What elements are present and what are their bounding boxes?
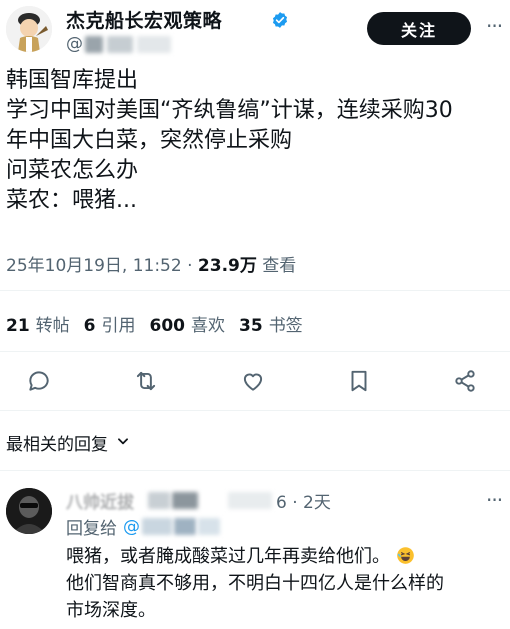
reply-to-handle[interactable]: @: [123, 517, 140, 537]
redacted-handle: [172, 492, 198, 509]
divider: [0, 351, 510, 352]
likes-stat[interactable]: 600 喜欢: [150, 311, 226, 336]
reply-header: 八帅近拔 6 · 2天: [66, 488, 331, 513]
chevron-down-icon: [116, 433, 130, 453]
reply-avatar[interactable]: [6, 488, 52, 534]
handle-prefix: @: [66, 34, 83, 54]
redacted-handle: [174, 518, 196, 535]
verified-badge-icon: [271, 11, 289, 29]
post-line: 韩国智库提出: [6, 68, 139, 93]
replies-sort-dropdown[interactable]: 最相关的回复: [6, 430, 130, 455]
post-line: 问菜农怎么办: [6, 158, 139, 183]
more-horizontal-icon[interactable]: ···: [486, 488, 503, 512]
bookmark-icon[interactable]: [346, 368, 372, 394]
reposts-stat[interactable]: 21 转帖: [6, 311, 70, 336]
redacted-handle: [148, 492, 170, 509]
redacted-handle: [85, 35, 103, 53]
author-name[interactable]: 杰克船长宏观策略: [66, 6, 222, 33]
author-avatar[interactable]: [6, 6, 52, 52]
redacted-handle: [198, 518, 220, 535]
reply-text: 喂猪，或者腌成酸菜过几年再卖给他们。 他们智商真不够用，不明白十四亿人是什么样的…: [66, 543, 506, 624]
redacted-handle: [137, 35, 171, 53]
reply-line: 市场深度。: [66, 600, 156, 621]
like-icon[interactable]: [240, 368, 266, 394]
post-stats: 21 转帖 6 引用 600 喜欢 35 书签: [6, 311, 303, 336]
more-horizontal-icon[interactable]: ···: [486, 14, 503, 38]
quotes-stat[interactable]: 6 引用: [84, 311, 136, 336]
share-icon[interactable]: [452, 368, 478, 394]
author-handle[interactable]: @: [66, 34, 171, 54]
repost-icon[interactable]: [133, 368, 159, 394]
action-bar: [0, 362, 510, 402]
sort-label: 最相关的回复: [6, 435, 108, 455]
post-line: 菜农：喂猪...: [6, 188, 137, 213]
post-timestamp[interactable]: 25年10月19日, 11:52 ·: [6, 256, 198, 276]
redacted-handle: [228, 492, 272, 509]
reply-author-name[interactable]: 八帅近拔: [66, 488, 134, 513]
post-text: 韩国智库提出 学习中国对美国“齐纨鲁缟”计谋，连续采购30 年中国大白菜，突然停…: [6, 66, 504, 216]
divider: [0, 410, 510, 411]
reply-time[interactable]: 6 · 2天: [276, 488, 331, 513]
reply-icon[interactable]: [26, 368, 52, 394]
reply-to-label: 回复给: [66, 519, 117, 539]
divider: [0, 290, 510, 291]
post-line: 学习中国对美国“齐纨鲁缟”计谋，连续采购30: [6, 98, 453, 123]
post-line: 年中国大白菜，突然停止采购: [6, 128, 293, 153]
reply-line: 他们智商真不够用，不明白十四亿人是什么样的: [66, 573, 444, 594]
divider: [0, 470, 510, 471]
redacted-handle: [142, 518, 172, 535]
reply-line: 喂猪，或者腌成酸菜过几年再卖给他们。: [66, 543, 506, 570]
reply-to-line: 回复给 @: [66, 514, 220, 539]
views-count: 23.9万: [197, 256, 257, 276]
follow-button[interactable]: 关注: [367, 12, 471, 45]
post-meta: 25年10月19日, 11:52 · 23.9万 查看: [6, 251, 296, 276]
views-label: 查看: [262, 256, 297, 276]
bookmarks-stat[interactable]: 35 书签: [239, 311, 303, 336]
rolling-laughing-emoji-icon: [396, 546, 415, 565]
redacted-handle: [107, 35, 133, 53]
